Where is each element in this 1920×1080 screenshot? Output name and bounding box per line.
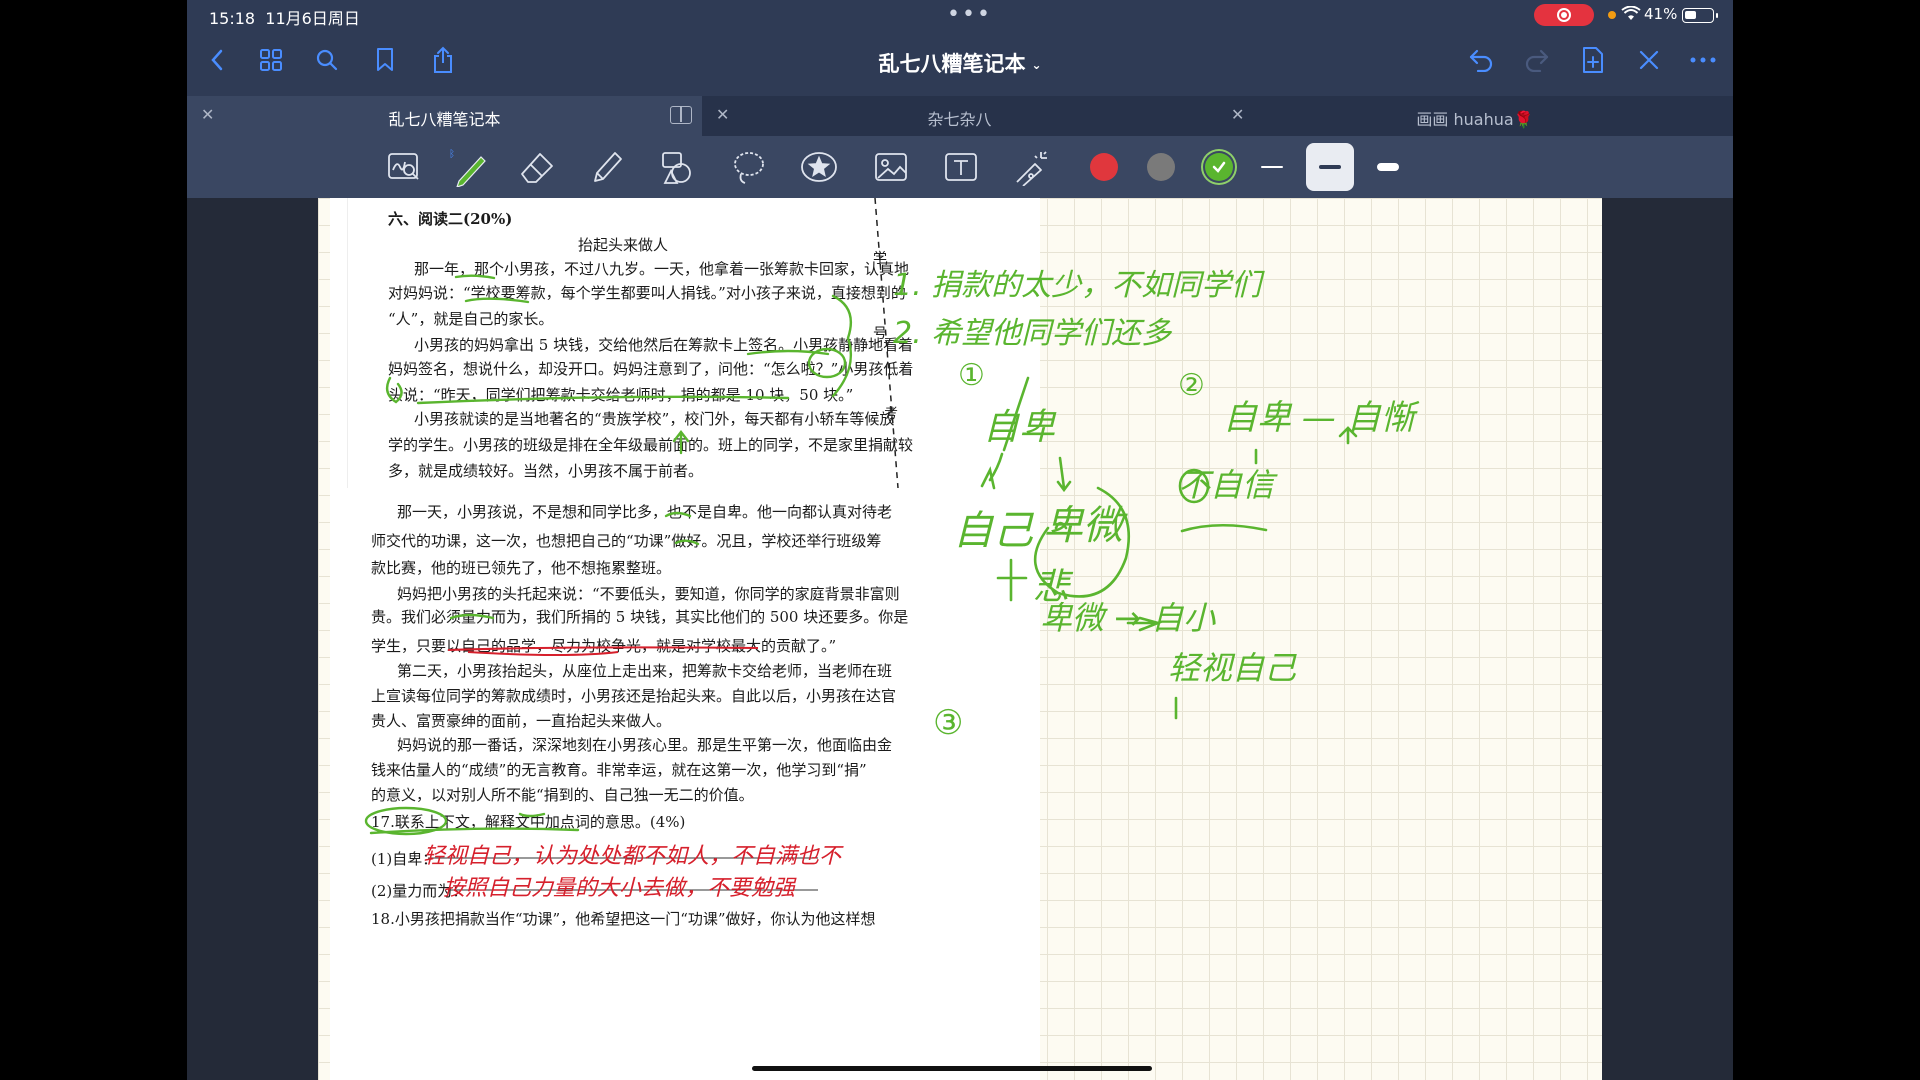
text-line: 贵。我们必须量力而为，我们所捐的 5 块钱，其实比他们的 500 块还要多。你是 — [371, 608, 909, 626]
highlighter-icon[interactable] — [587, 147, 627, 187]
tab-misc[interactable]: ✕ 杂七杂八 — [702, 96, 1217, 136]
answer-17-1: 轻视自己，认为处处都不如人，不自满也不 — [423, 844, 842, 869]
redo-icon[interactable] — [1521, 44, 1553, 76]
text-line: 对妈妈说：“学校要筹款，每个学生都要叫人捐钱。”对小孩子来说，直接想到的 — [388, 284, 906, 302]
note-circle-3: ③ — [933, 703, 964, 743]
undo-icon[interactable] — [1465, 44, 1497, 76]
text-icon[interactable] — [941, 147, 981, 187]
wifi-icon — [1621, 5, 1641, 26]
text-line: 妈妈说的那一番话，深深地刻在小男孩心里。那是生平第一次，他面临由金 — [397, 736, 893, 754]
text-line: 上宣读每位同学的筹款成绩时，小男孩还是抬起头来。自此以后，小男孩在达官 — [371, 687, 897, 705]
text-line: 头说：“昨天，同学们把筹款卡交给老师时，捐的都是 10 块，50 块。” — [388, 386, 854, 404]
tab-label: 画画 huahua🌹 — [1416, 110, 1534, 129]
lasso-icon[interactable] — [729, 147, 769, 187]
note-line-1: 1. 捐款的太少，不如同学们 — [893, 268, 1262, 303]
zoom-lasso-icon[interactable] — [384, 147, 424, 187]
section-heading: 六、阅读二(20%) — [388, 210, 513, 228]
note-zibei-zican: 自卑 — 自惭 — [1223, 398, 1415, 438]
text-line: 师交代的功课，这一次，也想把自己的“功课”做好。况且，学校还举行班级筹 — [371, 532, 882, 550]
battery-percent: 41% — [1644, 5, 1678, 23]
sticker-icon[interactable] — [799, 147, 839, 187]
story-title: 抬起头来做人 — [578, 236, 669, 254]
answer-17-2: 按照自己力量的大小去做，不要勉强 — [443, 876, 796, 901]
text-line: 款比赛，他的班已领先了，他不想拖累整班。 — [371, 559, 672, 577]
note-circle-1: ① — [958, 358, 985, 393]
tab-label: 杂七杂八 — [927, 110, 992, 129]
note-circle-2: ② — [1178, 368, 1205, 403]
canvas-area[interactable]: 六、阅读二(20%) 抬起头来做人 那一年，那个小男孩，不过八九岁。一天，他拿着… — [187, 198, 1733, 1080]
home-indicator[interactable] — [752, 1066, 1152, 1071]
laser-pointer-icon[interactable] — [1012, 147, 1052, 187]
svg-text:ᛒ: ᛒ — [449, 149, 455, 160]
text-line: 多，就是成绩较好。当然，小男孩不属于前者。 — [388, 462, 704, 480]
more-icon[interactable] — [1687, 44, 1719, 76]
text-line: 那一天，小男孩说，不是想和同学比多，也不是自卑。他一向都认真对待老 — [397, 503, 893, 521]
text-line: 学生，只要以自己的品学，尽力为校争光，就是对学校最大的贡献了。” — [371, 637, 837, 655]
color-red-swatch[interactable] — [1090, 153, 1118, 181]
text-line: 贵人、富贾豪绅的面前，一直抬起头来做人。 — [371, 712, 672, 730]
mic-indicator-icon — [1608, 11, 1616, 19]
text-line: 那一年，那个小男孩，不过八九岁。一天，他拿着一张筹款卡回家，认真地 — [414, 260, 910, 278]
note-line-2: 2. 希望他同学们还多 — [893, 316, 1172, 351]
note-zibei: 自卑 — [983, 407, 1056, 448]
text-line: 第二天，小男孩抬起头，从座位上走出来，把筹款卡交给老师，当老师在班 — [397, 662, 893, 680]
pen-icon[interactable]: ᛒ — [449, 147, 489, 187]
split-view-icon[interactable] — [670, 106, 692, 124]
eraser-icon[interactable] — [517, 147, 557, 187]
stroke-thin-button[interactable] — [1248, 143, 1296, 191]
screen-record-icon[interactable] — [1534, 4, 1594, 26]
add-page-icon[interactable] — [1577, 44, 1609, 76]
battery-fill — [1685, 11, 1696, 19]
note-buzixin: 不自信 — [1178, 466, 1275, 504]
notebook-title[interactable]: 乱七八糟笔记本 ⌄ — [187, 48, 1733, 78]
navigation-bar: 乱七八糟笔记本 ⌄ — [187, 30, 1733, 92]
stroke-medium-button[interactable] — [1306, 143, 1354, 191]
status-bar: 15:18 11月6日周日 ••• 41% — [187, 0, 1733, 30]
margin-mark: 学 — [873, 251, 887, 267]
document-tabs: ✕ 乱七八糟笔记本 ✕ 杂七杂八 ✕ 画画 huahua🌹 — [187, 96, 1733, 136]
pen-toolbar: ᛒ — [187, 136, 1733, 198]
note-qingshi-ziji: 轻视自己 — [1168, 649, 1297, 687]
tab-label: 乱七八糟笔记本 — [388, 110, 501, 129]
battery-icon — [1682, 8, 1718, 23]
color-green-swatch[interactable] — [1205, 153, 1233, 181]
text-line: 妈妈把小男孩的头托起来说：“不要低头，要知道，你同学的家庭背景非富则 — [397, 585, 900, 603]
note-page[interactable]: 六、阅读二(20%) 抬起头来做人 那一年，那个小男孩，不过八九岁。一天，他拿着… — [318, 198, 1602, 1080]
note-ziji: 自己 — [953, 508, 1033, 554]
text-line: 的意义，以对别人所不能“捐到的、自己独一无二的价值。 — [371, 786, 754, 804]
shapes-icon[interactable] — [657, 147, 697, 187]
question-17: 17.联系上下文，解释文中加点词的意思。(4%) — [371, 813, 686, 831]
stroke-thick-button[interactable] — [1364, 143, 1412, 191]
text-line: 钱来估量人的“成绩”的无言教育。非常幸运，就在这第一次，他学习到“捐” — [371, 761, 867, 779]
notes-app: 15:18 11月6日周日 ••• 41% 乱七八糟笔记本 ⌄ ✕ 乱七八糟笔记… — [187, 0, 1733, 1080]
text-line: “人”，就是自己的家长。 — [388, 310, 554, 328]
color-gray-swatch[interactable] — [1147, 153, 1175, 181]
text-line: 小男孩就读的是当地著名的“贵族学校”，校门外，每天都有小轿车等候放 — [414, 410, 895, 428]
close-icon[interactable] — [1633, 44, 1665, 76]
margin-mark: 号 — [873, 326, 887, 342]
status-time: 15:18 11月6日周日 — [209, 9, 360, 28]
text-line: 学的学生。小男孩的班级是排在全年级最前面的。班上的同学，不是家里捐献较 — [388, 436, 914, 454]
chevron-down-icon: ⌄ — [1031, 58, 1042, 72]
checkmark-icon — [1212, 161, 1226, 173]
note-beiwei: 卑微 — [1043, 503, 1123, 549]
text-line: 妈妈签名，想说什么，却没开口。妈妈注意到了，问他：“怎么啦？”小男孩低着 — [388, 360, 914, 378]
text-line: 小男孩的妈妈拿出 5 块钱，交给他然后在筹款卡上签名。小男孩静静地看着 — [414, 336, 914, 354]
question-18: 18.小男孩把捐款当作“功课”，他希望把这一门“功课”做好，你认为他这样想 — [371, 910, 876, 928]
note-beiwei-zixiao: 卑微 → 自小 — [1040, 599, 1216, 637]
image-icon[interactable] — [871, 147, 911, 187]
multitask-dots[interactable]: ••• — [947, 2, 992, 27]
tab-drawing[interactable]: ✕ 画画 huahua🌹 — [1217, 96, 1733, 136]
margin-mark: 考 — [884, 406, 898, 422]
tab-notebook[interactable]: ✕ 乱七八糟笔记本 — [187, 96, 702, 136]
